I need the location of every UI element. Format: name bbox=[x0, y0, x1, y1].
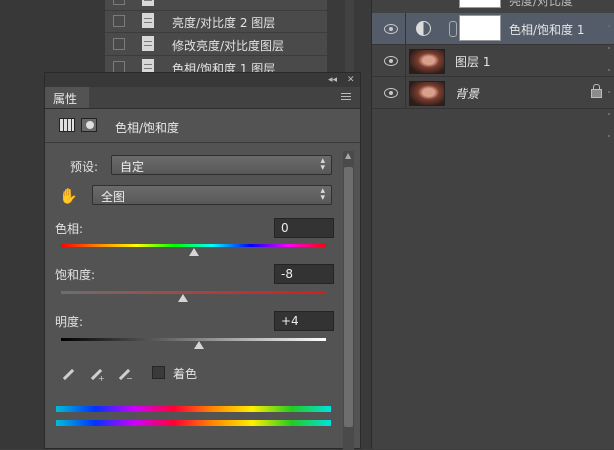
saturation-slider-track[interactable] bbox=[61, 291, 326, 294]
layer-row-layer-1[interactable]: 图层 1 bbox=[372, 45, 614, 77]
layer-row-hue-saturation[interactable]: 色相/饱和度 1 bbox=[372, 13, 614, 45]
hue-slider-thumb[interactable] bbox=[188, 248, 199, 256]
eyedropper-minus-icon[interactable]: − bbox=[116, 366, 133, 383]
panel-menu-icon[interactable] bbox=[341, 93, 351, 101]
history-snapshot-checkbox[interactable] bbox=[113, 0, 125, 5]
history-item-label: 亮度/对比度 2 图层 bbox=[172, 16, 276, 30]
properties-scrollbar[interactable]: ▲ bbox=[343, 151, 354, 450]
layer-name: 图层 1 bbox=[455, 55, 491, 69]
adjustment-layer-icon bbox=[416, 21, 431, 36]
scrollbar-handle[interactable] bbox=[344, 167, 353, 427]
adjustment-title: 色相/饱和度 bbox=[115, 121, 180, 135]
history-snapshot-checkbox[interactable] bbox=[113, 38, 125, 50]
chain-link-icon[interactable] bbox=[449, 21, 457, 37]
hue-value: 0 bbox=[281, 221, 289, 235]
layer-mask-thumbnail[interactable] bbox=[459, 0, 501, 8]
tab-label: 属性 bbox=[53, 92, 78, 106]
close-icon[interactable]: ✕ bbox=[347, 75, 355, 85]
preset-label: 预设: bbox=[70, 160, 99, 174]
preset-value: 自定 bbox=[120, 160, 145, 174]
tab-properties[interactable]: 属性 bbox=[45, 87, 89, 108]
saturation-label: 饱和度: bbox=[55, 268, 96, 282]
visibility-eye-icon[interactable] bbox=[384, 24, 398, 34]
document-icon bbox=[142, 36, 154, 51]
layer-thumbnail-portrait[interactable] bbox=[409, 81, 445, 106]
lightness-value: +4 bbox=[281, 314, 299, 328]
output-hue-bar bbox=[56, 420, 331, 426]
colorize-label: 着色 bbox=[173, 367, 198, 381]
collapse-icon[interactable]: ◂◂ bbox=[328, 75, 337, 85]
hue-slider-track[interactable] bbox=[61, 244, 326, 247]
scroll-up-icon[interactable]: ▲ bbox=[345, 151, 351, 160]
eyedropper-icon[interactable] bbox=[60, 366, 76, 382]
history-item[interactable]: 亮度/对比度 2 图层 bbox=[105, 10, 327, 33]
eyedropper-plus-icon[interactable]: + bbox=[88, 366, 105, 383]
history-item-label: 修改亮度/对比度图层 bbox=[172, 39, 285, 53]
layers-panel: 亮度/对比度 色相/饱和度 1 图层 1 背景 bbox=[372, 0, 614, 449]
channel-select[interactable]: 全图 ▴ ▾ bbox=[92, 185, 332, 205]
lock-icon bbox=[591, 84, 602, 98]
layer-name: 亮度/对比度 bbox=[509, 0, 574, 8]
layer-name: 背景 bbox=[455, 87, 480, 101]
hue-label: 色相: bbox=[55, 222, 84, 236]
document-icon bbox=[142, 0, 154, 6]
hue-saturation-adjustment-icon[interactable] bbox=[59, 118, 75, 132]
visibility-eye-icon[interactable] bbox=[384, 88, 398, 98]
history-snapshot-checkbox[interactable] bbox=[113, 15, 125, 27]
layer-mask-thumbnail[interactable] bbox=[459, 15, 501, 41]
visibility-eye-icon[interactable] bbox=[384, 56, 398, 66]
saturation-slider-thumb[interactable] bbox=[177, 294, 188, 302]
lightness-slider-thumb[interactable] bbox=[193, 341, 204, 349]
adjustment-header: 色相/饱和度 bbox=[45, 109, 360, 143]
saturation-value: -8 bbox=[281, 267, 293, 281]
saturation-input[interactable]: -8 bbox=[274, 264, 334, 284]
panel-tabbar: 属性 bbox=[45, 87, 360, 109]
channel-value: 全图 bbox=[101, 190, 126, 204]
layer-thumbnail-portrait[interactable] bbox=[409, 49, 445, 74]
layer-name: 色相/饱和度 1 bbox=[509, 23, 585, 37]
panel-titlebar[interactable]: ◂◂ ✕ bbox=[45, 73, 360, 87]
history-item[interactable]: 修改亮度/对比度图层 bbox=[105, 33, 327, 56]
on-image-adjust-hand-icon[interactable]: ✋ bbox=[59, 187, 78, 205]
history-panel: 亮度/对比度 2 图层 修改亮度/对比度图层 色相/饱和度 1 图层 bbox=[105, 0, 328, 78]
panel-grip bbox=[608, 25, 610, 145]
dropdown-arrows-icon: ▴ ▾ bbox=[320, 156, 325, 173]
colorize-checkbox[interactable] bbox=[152, 366, 165, 379]
layer-mask-icon[interactable] bbox=[81, 118, 97, 132]
dropdown-arrows-icon: ▴ ▾ bbox=[320, 186, 325, 203]
lightness-input[interactable]: +4 bbox=[274, 311, 334, 331]
lightness-label: 明度: bbox=[55, 315, 84, 329]
preset-select[interactable]: 自定 ▴ ▾ bbox=[111, 155, 332, 175]
hue-input[interactable]: 0 bbox=[274, 218, 334, 238]
layer-row[interactable]: 亮度/对比度 bbox=[372, 0, 614, 14]
layer-row-background[interactable]: 背景 bbox=[372, 77, 614, 109]
document-icon bbox=[142, 13, 154, 28]
properties-panel: ◂◂ ✕ 属性 色相/饱和度 预设: 自定 ▴ ▾ ✋ 全图 ▴ ▾ 色相: 0 饱… bbox=[44, 72, 361, 450]
input-hue-bar bbox=[56, 406, 331, 412]
